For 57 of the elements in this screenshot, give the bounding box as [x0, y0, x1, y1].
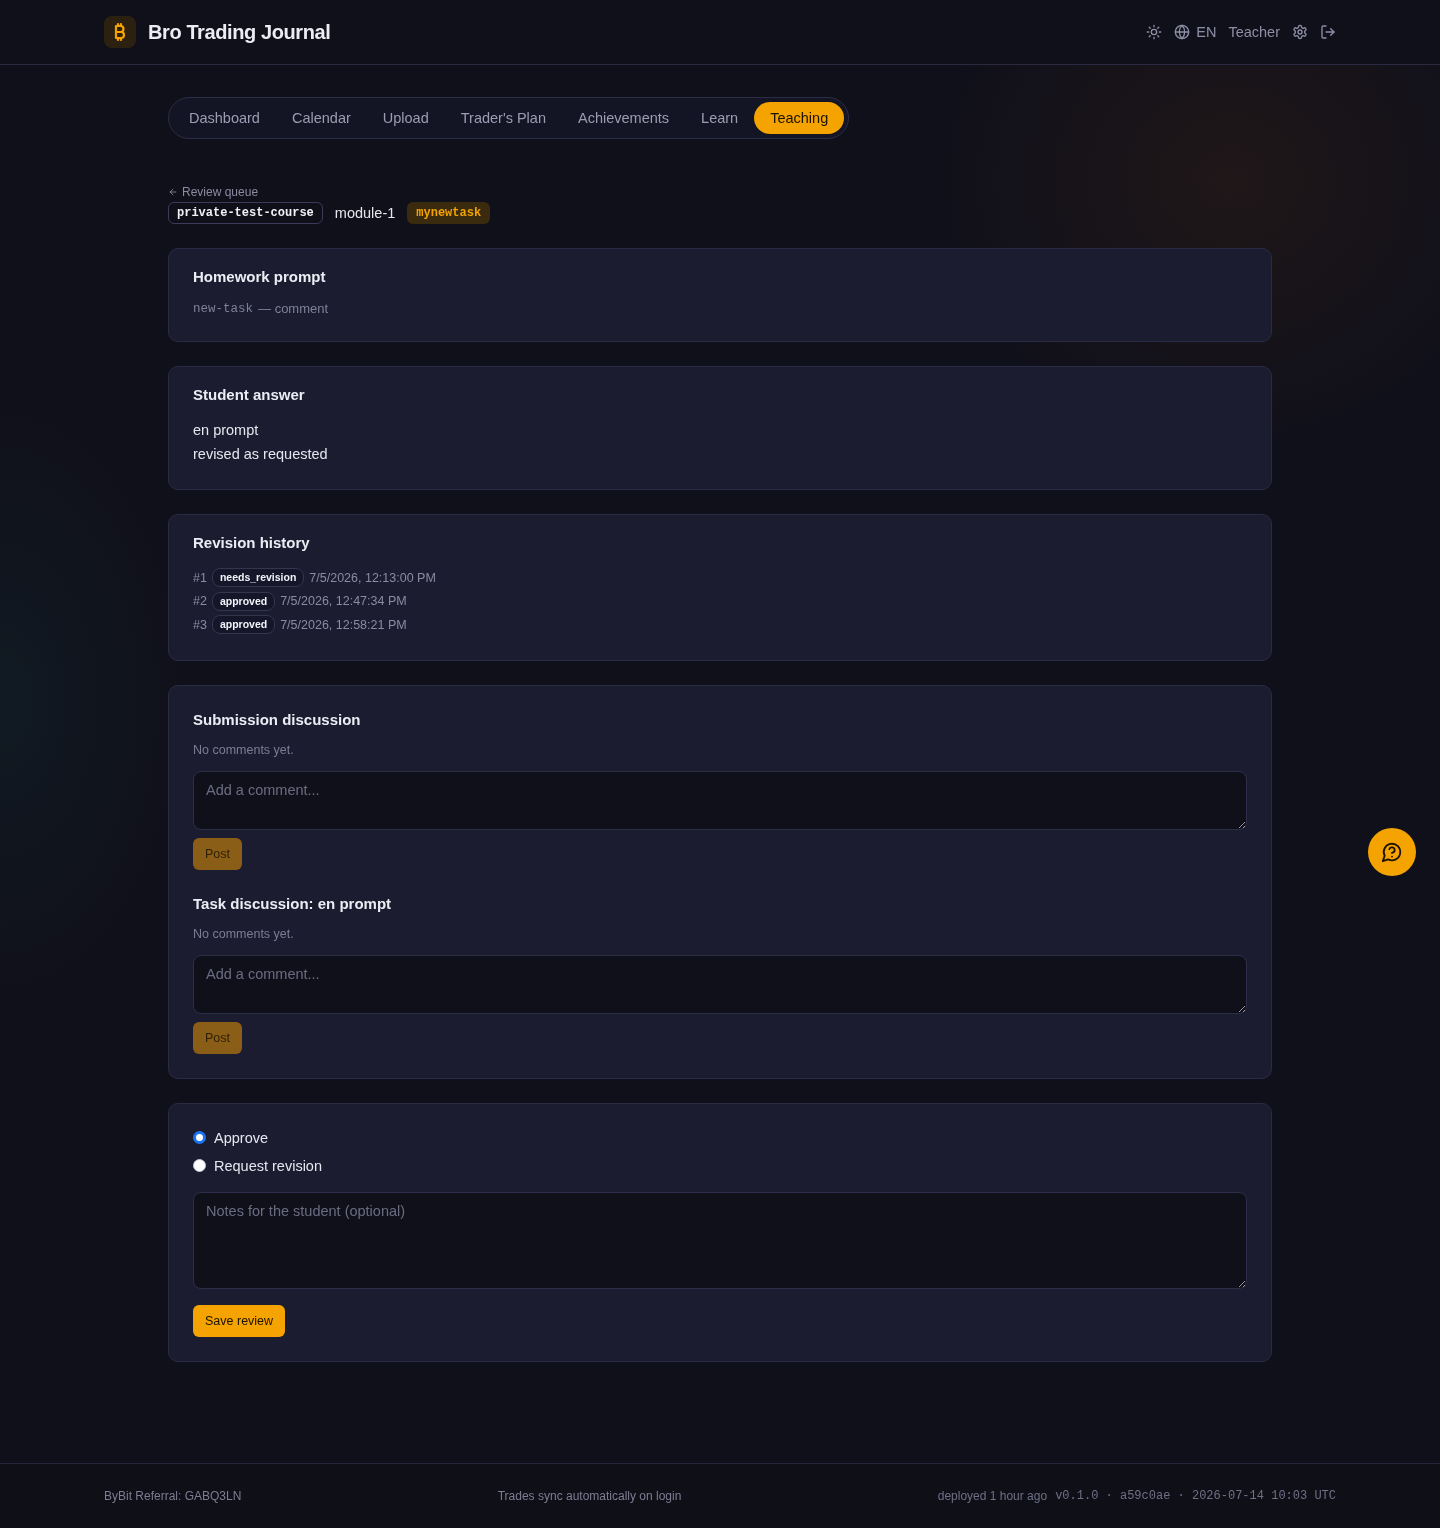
course-tag: private-test-course [168, 202, 323, 224]
revision-number: #3 [193, 617, 207, 632]
radio-label[interactable]: Approve [214, 1129, 268, 1146]
prompt-comment: — comment [258, 300, 329, 318]
nav-tab[interactable]: Trader's Plan [444, 102, 562, 134]
revision-date: 7/5/2026, 12:58:21 PM [280, 617, 407, 632]
bitcoin-logo-icon [104, 16, 136, 48]
app-title: Bro Trading Journal [148, 20, 331, 44]
nav-tab[interactable]: Dashboard [173, 102, 276, 134]
nav-tab[interactable]: Upload [366, 102, 445, 134]
empty-comments-text: No comments yet. [193, 741, 295, 758]
back-link[interactable]: Review queue [168, 185, 259, 199]
discussion-title: Task discussion: en prompt [193, 893, 393, 914]
card-title: Student answer [193, 386, 306, 404]
logout-icon [1320, 24, 1336, 40]
answer-text: revised as requested [193, 445, 329, 464]
save-review-button[interactable]: Save review [193, 1304, 286, 1337]
notes-field[interactable]: Notes for the student (optional) [193, 1191, 1247, 1289]
task-tag: mynewtask [407, 202, 491, 224]
status-badge: approved [211, 615, 276, 635]
radio-button[interactable] [193, 1131, 206, 1144]
nav-tab[interactable]: Achievements [562, 102, 686, 134]
deploy-time: deployed 1 hour ago [937, 1489, 1048, 1503]
arrow-left-icon [168, 187, 178, 197]
help-bubble-icon [1381, 841, 1403, 863]
task-code: new-task [193, 301, 253, 318]
globe-icon [1174, 24, 1191, 40]
status-badge: approved [211, 591, 276, 611]
revision-date: 7/5/2026, 12:47:34 PM [280, 594, 407, 609]
empty-comments-text: No comments yet. [193, 925, 295, 942]
status-badge: needs_revision [211, 568, 305, 588]
revision-number: #2 [193, 594, 207, 609]
settings-icon [1292, 24, 1308, 40]
comment-field[interactable]: Add a comment... [193, 770, 1247, 830]
user-role: Teacher [1228, 24, 1280, 40]
theme-toggle-button[interactable] [1146, 24, 1163, 40]
referral-text: ByBit Referral: GABQ3LN [104, 1489, 242, 1503]
radio-button[interactable] [193, 1159, 206, 1172]
revision-date: 7/5/2026, 12:13:00 PM [309, 570, 436, 585]
card-title: Homework prompt [193, 268, 327, 286]
sun-icon [1146, 24, 1163, 40]
discussion-title: Submission discussion [193, 709, 362, 730]
card-title: Revision history [193, 534, 311, 552]
revision-number: #1 [193, 570, 207, 585]
comment-field[interactable]: Add a comment... [193, 954, 1247, 1014]
nav-tab[interactable]: Teaching [754, 102, 845, 134]
sync-note: Trades sync automatically on login [497, 1489, 682, 1503]
settings-button[interactable] [1292, 24, 1308, 40]
nav-tab[interactable]: Learn [685, 102, 755, 134]
radio-label[interactable]: Request revision [214, 1157, 322, 1174]
nav-tab[interactable]: Calendar [275, 102, 367, 134]
logout-button[interactable] [1320, 24, 1336, 40]
language-button[interactable]: EN [1174, 24, 1217, 40]
help-button[interactable] [1368, 828, 1416, 876]
answer-text: en prompt [193, 421, 260, 440]
build-info: v0.1.0 · a59c0ae · 2026-07-14 10:03 UTC [1055, 1489, 1336, 1503]
module-name: module-1 [334, 205, 396, 221]
